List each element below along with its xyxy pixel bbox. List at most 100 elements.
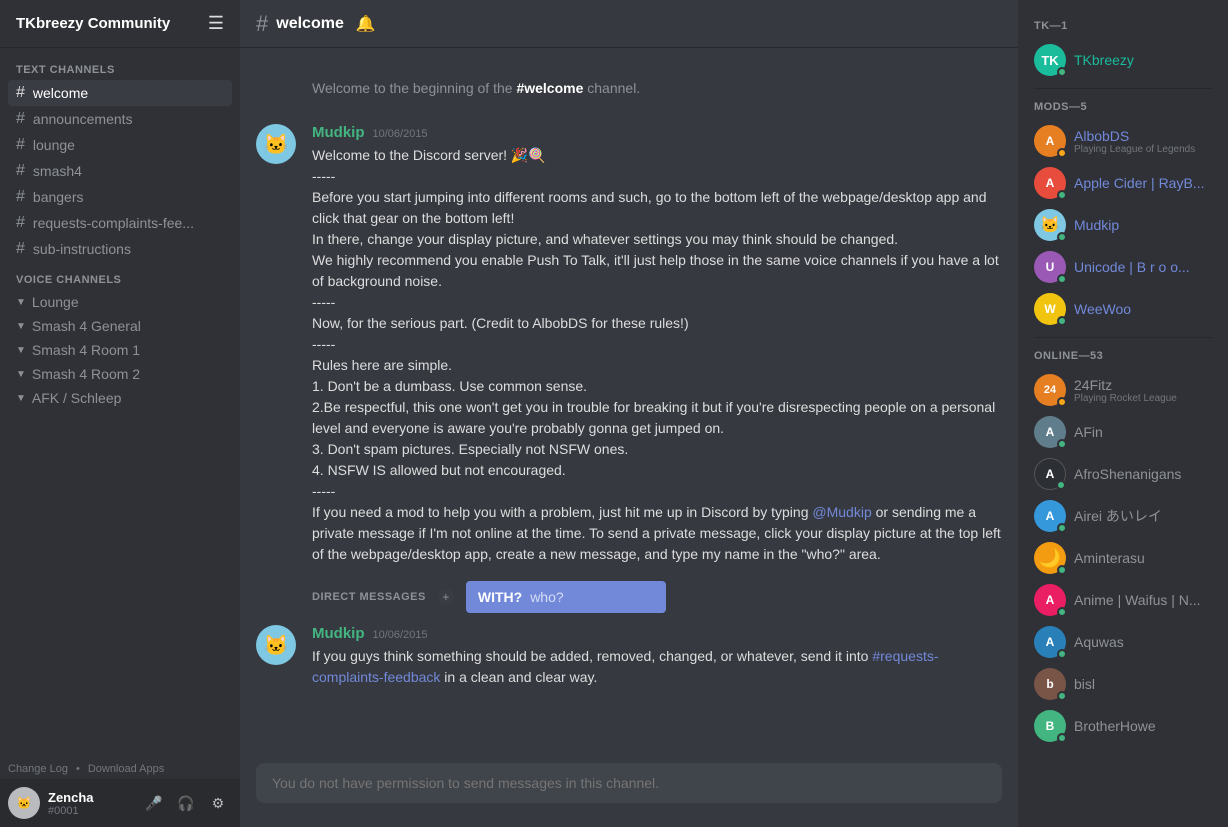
voice-channels-section: Voice Channels ▼ Lounge ▼ Smash 4 Genera… [0,266,240,414]
member-item-aquwas[interactable]: A Aquwas [1026,622,1220,662]
voice-item-smash4-general[interactable]: ▼ Smash 4 General [8,314,232,338]
chevron-down-icon: ▼ [16,297,26,308]
channel-name: bangers [33,189,84,205]
chevron-down-icon: ▼ [16,393,26,404]
avatar: b [1034,668,1066,700]
chat-start: Welcome to the beginning of the #welcome… [240,64,1018,120]
message-author: Mudkip [312,124,365,141]
dm-popup-row: DIRECT MESSAGES + WITH? who? [240,573,1018,621]
avatar: A [1034,584,1066,616]
voice-item-afk[interactable]: ▼ AFK / Schleep [8,386,232,410]
member-item-weewoo[interactable]: W WeeWoo [1026,289,1220,329]
server-sidebar: TKbreezy Community ☰ Text Channels # wel… [0,0,240,827]
dm-add-button[interactable]: + [438,589,454,605]
voice-channel-name: Smash 4 General [32,318,141,334]
message-group: 🐱 Mudkip 10/06/2015 Welcome to the Disco… [240,120,1018,569]
channel-link[interactable]: #requests-complaints-feedback [312,648,939,685]
status-dot [1057,565,1067,575]
chevron-down-icon: ▼ [16,321,26,332]
member-name: Aminterasu [1074,550,1145,566]
channel-item-announcements[interactable]: # announcements [8,106,232,132]
dm-with-text: WITH? [478,589,522,605]
microphone-button[interactable]: 🎤 [140,789,168,817]
channel-name: requests-complaints-fee... [33,215,194,231]
member-item-afin[interactable]: A AFin [1026,412,1220,452]
message-header: Mudkip 10/06/2015 [312,625,1002,642]
message-input[interactable] [256,763,1002,803]
mention: @Mudkip [812,504,871,520]
channel-header: # welcome 🔔 [240,0,1018,48]
status-dot [1057,733,1067,743]
avatar: A [1034,626,1066,658]
channel-name: lounge [33,137,75,153]
message-text: Welcome to the Discord server! 🎉🍭 ----- … [312,145,1002,565]
member-name: bisl [1074,676,1095,692]
voice-item-smash4-room1[interactable]: ▼ Smash 4 Room 1 [8,338,232,362]
member-item-bisl[interactable]: b bisl [1026,664,1220,704]
headphone-button[interactable]: 🎧 [172,789,200,817]
member-name: Apple Cider | RayB... [1074,175,1204,191]
member-activity: Playing League of Legends [1074,144,1195,155]
channel-item-bangers[interactable]: # bangers [8,184,232,210]
divider [1034,337,1212,338]
voice-item-smash4-room2[interactable]: ▼ Smash 4 Room 2 [8,362,232,386]
channel-item-requests[interactable]: # requests-complaints-fee... [8,210,232,236]
status-dot [1057,67,1067,77]
avatar: 🐱 [256,625,296,665]
bell-icon[interactable]: 🔔 [356,14,376,34]
status-dot [1057,190,1067,200]
hash-icon: # [16,240,25,258]
member-item-airei[interactable]: A Airei あいレイ [1026,496,1220,536]
message-content: Mudkip 10/06/2015 Welcome to the Discord… [312,124,1002,565]
member-item-anime[interactable]: A Anime | Waifus | N... [1026,580,1220,620]
channel-name: smash4 [33,163,82,179]
status-dot [1057,439,1067,449]
chat-area: Welcome to the beginning of the #welcome… [240,48,1018,763]
member-item-brotherhowe[interactable]: B BrotherHowe [1026,706,1220,746]
avatar: B [1034,710,1066,742]
channel-item-lounge[interactable]: # lounge [8,132,232,158]
text-channels-section: Text Channels # welcome # announcements … [0,48,240,266]
avatar: 🐱 [256,124,296,164]
member-name: Airei あいレイ [1074,506,1162,526]
members-sidebar: TK—1 TK TKbreezy MODS—5 A AlbobDS Playin… [1018,0,1228,827]
hash-icon: # [16,136,25,154]
username: Zencha [48,790,132,805]
member-item-applecider[interactable]: A Apple Cider | RayB... [1026,163,1220,203]
channel-header-name: welcome [276,15,344,33]
channel-item-smash4[interactable]: # smash4 [8,158,232,184]
mods-section-label: MODS—5 [1026,97,1220,117]
changelog-bar: Change Log • Download Apps [0,759,240,779]
avatar: A [1034,458,1066,490]
voice-channel-name: AFK / Schleep [32,390,122,406]
hamburger-icon[interactable]: ☰ [208,13,224,34]
dm-input-box[interactable]: WITH? who? [466,581,666,613]
change-log-link[interactable]: Change Log [8,763,68,775]
channel-item-sub-instructions[interactable]: # sub-instructions [8,236,232,262]
member-item-aminterasu[interactable]: 🌙 Aminterasu [1026,538,1220,578]
message-text: If you guys think something should be ad… [312,646,1002,688]
message-header: Mudkip 10/06/2015 [312,124,1002,141]
status-dot [1057,316,1067,326]
hash-icon: # [16,214,25,232]
voice-item-lounge[interactable]: ▼ Lounge [8,290,232,314]
message-timestamp: 10/06/2015 [373,629,428,641]
settings-button[interactable]: ⚙ [204,789,232,817]
server-header[interactable]: TKbreezy Community ☰ [0,0,240,48]
channel-name: sub-instructions [33,241,131,257]
user-info: Zencha #0001 [48,790,132,817]
user-panel: 🐱 Zencha #0001 🎤 🎧 ⚙ [0,779,240,827]
member-item-unicode[interactable]: U Unicode | B r o o... [1026,247,1220,287]
message-content: Mudkip 10/06/2015 If you guys think some… [312,625,1002,688]
channel-item-welcome[interactable]: # welcome [8,80,232,106]
member-item-albobds[interactable]: A AlbobDS Playing League of Legends [1026,121,1220,161]
member-item-24fitz[interactable]: 24 24Fitz Playing Rocket League [1026,370,1220,410]
download-apps-link[interactable]: Download Apps [88,763,164,775]
member-item-afroshenanigans[interactable]: A AfroShenanigans [1026,454,1220,494]
member-name: AFin [1074,424,1103,440]
message-timestamp: 10/06/2015 [373,128,428,140]
avatar: W [1034,293,1066,325]
member-item-tkbreezy[interactable]: TK TKbreezy [1026,40,1220,80]
member-item-mudkip[interactable]: 🐱 Mudkip [1026,205,1220,245]
user-tag: #0001 [48,805,132,817]
